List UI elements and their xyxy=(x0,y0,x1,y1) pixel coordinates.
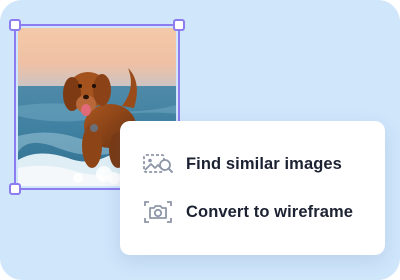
resize-handle-top-left[interactable] xyxy=(9,19,21,31)
context-menu: Find similar images Convert to wireframe xyxy=(120,121,385,255)
canvas-card: Find similar images Convert to wireframe xyxy=(0,0,400,280)
camera-scan-icon xyxy=(142,199,174,225)
resize-handle-bottom-left[interactable] xyxy=(9,183,21,195)
menu-item-label: Convert to wireframe xyxy=(186,202,354,221)
menu-item-find-similar-images[interactable]: Find similar images xyxy=(142,149,375,179)
resize-handle-top-right[interactable] xyxy=(173,19,185,31)
menu-item-label: Find similar images xyxy=(186,154,342,173)
image-search-icon xyxy=(142,151,174,177)
menu-item-convert-to-wireframe[interactable]: Convert to wireframe xyxy=(142,197,375,227)
